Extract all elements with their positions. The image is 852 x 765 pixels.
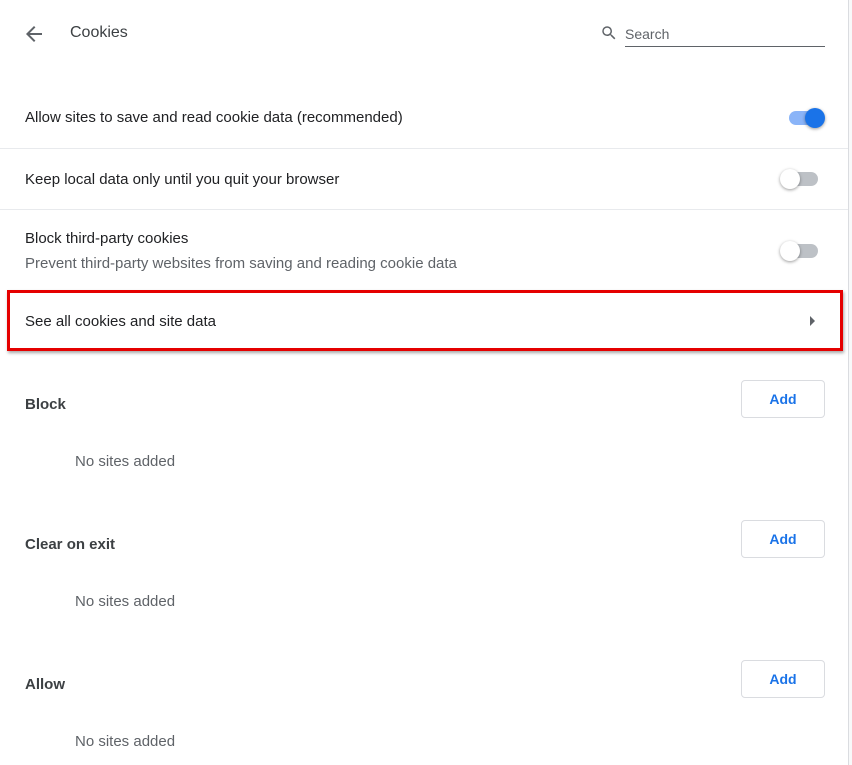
page-title: Cookies bbox=[70, 24, 128, 41]
keep-local-data-toggle[interactable] bbox=[780, 169, 820, 189]
arrow-left-icon bbox=[26, 26, 42, 42]
empty-state-text: No sites added bbox=[75, 733, 176, 750]
search-field[interactable] bbox=[600, 20, 826, 48]
section-title-allow: Allow bbox=[25, 676, 65, 693]
empty-state-text: No sites added bbox=[75, 593, 176, 610]
section-title-block: Block bbox=[25, 396, 66, 413]
setting-row-block-third-party: Block third-party cookies Prevent third-… bbox=[0, 210, 848, 285]
arrow-right-icon bbox=[810, 316, 815, 326]
section-title-clear-on-exit: Clear on exit bbox=[25, 536, 116, 553]
link-label: See all cookies and site data bbox=[25, 313, 216, 330]
see-all-cookies-link[interactable]: See all cookies and site data bbox=[10, 293, 840, 348]
block-third-party-toggle[interactable] bbox=[780, 241, 820, 261]
setting-sublabel: Prevent third-party websites from saving… bbox=[25, 255, 457, 272]
empty-state-text: No sites added bbox=[75, 453, 176, 470]
add-block-site-button[interactable]: Add bbox=[741, 380, 825, 418]
setting-label: Block third-party cookies bbox=[25, 230, 189, 247]
allow-cookies-toggle[interactable] bbox=[785, 108, 825, 128]
search-input[interactable] bbox=[625, 22, 825, 47]
setting-label: Keep local data only until you quit your… bbox=[25, 171, 340, 188]
toggle-knob bbox=[805, 108, 825, 128]
setting-label: Allow sites to save and read cookie data… bbox=[25, 109, 403, 126]
add-clear-on-exit-site-button[interactable]: Add bbox=[741, 520, 825, 558]
back-button[interactable] bbox=[22, 22, 46, 46]
add-allow-site-button[interactable]: Add bbox=[741, 660, 825, 698]
toggle-knob bbox=[780, 241, 800, 261]
cookies-settings-page: Cookies Allow sites to save and read coo… bbox=[0, 0, 848, 765]
setting-row-allow-cookies: Allow sites to save and read cookie data… bbox=[0, 100, 848, 148]
setting-row-keep-local-data: Keep local data only until you quit your… bbox=[0, 149, 848, 209]
search-icon bbox=[602, 26, 616, 40]
toggle-knob bbox=[780, 169, 800, 189]
